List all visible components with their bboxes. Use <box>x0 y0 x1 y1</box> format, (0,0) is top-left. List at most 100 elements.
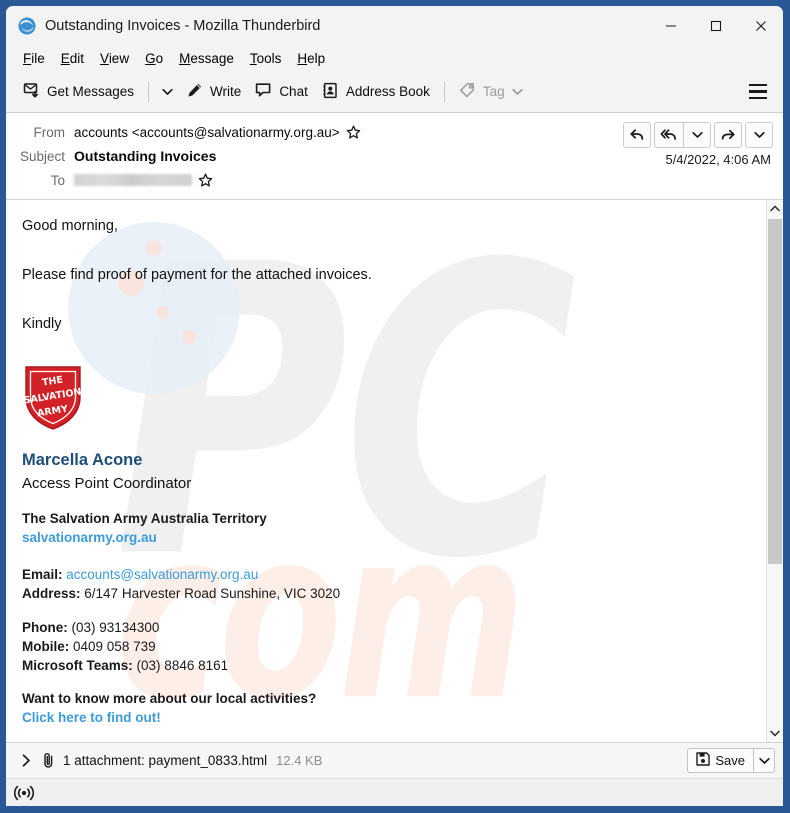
from-label: From <box>33 124 66 140</box>
menu-view[interactable]: View <box>93 49 136 68</box>
chat-label: Chat <box>279 84 308 99</box>
chat-button[interactable]: Chat <box>248 77 315 107</box>
body-line-1: Please find proof of payment for the att… <box>22 267 372 283</box>
address-book-icon <box>322 82 339 102</box>
other-actions-dropdown[interactable] <box>745 122 773 148</box>
to-row: To <box>16 169 773 191</box>
message-scrollbar[interactable] <box>766 200 783 742</box>
reply-button[interactable] <box>623 122 651 148</box>
signature-name: Marcella Acone <box>22 451 143 469</box>
attachment-save-group: Save <box>687 748 775 773</box>
signature-org: The Salvation Army Australia Territory <box>22 511 267 527</box>
get-messages-icon <box>23 82 40 102</box>
save-button[interactable]: Save <box>687 748 753 773</box>
from-value: accounts <accounts@salvationarmy.org.au> <box>74 125 361 140</box>
menu-bar: File Edit View Go Message Tools Help <box>6 46 783 71</box>
tag-chevron-down-icon <box>512 84 523 99</box>
cta-link[interactable]: Click here to find out! <box>22 709 750 728</box>
body-closing: Kindly <box>22 316 62 332</box>
message-actions <box>623 122 773 148</box>
pencil-icon <box>186 82 203 102</box>
minimize-button[interactable] <box>648 6 693 46</box>
app-menu-button[interactable] <box>741 77 775 106</box>
get-messages-dropdown[interactable] <box>156 82 179 102</box>
attachment-label[interactable]: 1 attachment: payment_0833.html <box>63 753 267 768</box>
menu-file[interactable]: File <box>16 49 52 68</box>
save-label: Save <box>715 753 745 768</box>
window-controls <box>648 6 783 46</box>
signature-teams-value: (03) 8846 8161 <box>136 658 229 674</box>
signature-mobile-line: Mobile: 0409 058 739 <box>22 637 750 656</box>
menu-tools[interactable]: Tools <box>243 49 289 68</box>
reply-all-dropdown[interactable] <box>683 122 711 148</box>
signature-address-label: Address: <box>22 585 81 601</box>
address-book-label: Address Book <box>345 84 430 99</box>
get-messages-label: Get Messages <box>47 84 135 99</box>
signature-role: Access Point Coordinator <box>22 474 192 492</box>
from-address[interactable]: accounts <accounts@salvationarmy.org.au> <box>74 125 340 140</box>
signature-mobile-label: Mobile: <box>22 639 70 655</box>
chat-icon <box>255 82 272 102</box>
signature-mobile-value: 0409 058 739 <box>73 639 156 655</box>
signature-phone-label: Phone: <box>22 620 68 636</box>
attachment-size: 12.4 KB <box>276 753 323 768</box>
menu-message[interactable]: Message <box>172 49 241 68</box>
to-label: To <box>50 172 65 188</box>
signature-phone-value: (03) 93134300 <box>71 620 160 636</box>
tag-button[interactable]: Tag <box>452 77 530 107</box>
subject-row: Subject Outstanding Invoices <box>16 145 773 167</box>
from-star-icon[interactable] <box>346 125 361 140</box>
salvation-army-logo-icon: THE SALVATION ARMY <box>22 363 750 439</box>
broadcast-icon[interactable] <box>14 784 34 802</box>
reply-all-button[interactable] <box>654 122 683 148</box>
hamburger-bar-2 <box>749 90 767 93</box>
attachment-expand-chevron-right-icon[interactable] <box>16 751 37 770</box>
hamburger-bar-1 <box>749 83 767 87</box>
message-content: Good morning, Please find proof of payme… <box>22 216 750 742</box>
to-address-redacted[interactable] <box>74 174 192 186</box>
scrollbar-thumb[interactable] <box>768 219 782 565</box>
title-bar: Outstanding Invoices - Mozilla Thunderbi… <box>6 6 783 46</box>
body-greeting: Good morning, <box>22 218 118 234</box>
signature-email-value[interactable]: accounts@salvationarmy.org.au <box>66 567 258 582</box>
subject-value: Outstanding Invoices <box>74 148 217 164</box>
signature-teams-label: Microsoft Teams: <box>22 658 133 674</box>
signature-email-line: Email: accounts@salvationarmy.org.au <box>22 565 750 584</box>
signature-address-value: 6/147 Harvester Road Sunshine, VIC 3020 <box>84 585 341 601</box>
hamburger-bar-3 <box>749 96 767 100</box>
menu-edit[interactable]: Edit <box>54 49 91 68</box>
scroll-up-button[interactable] <box>767 200 783 217</box>
attachment-bar: 1 attachment: payment_0833.html 12.4 KB … <box>6 742 783 778</box>
subject-label: Subject <box>19 148 65 164</box>
signature-email-label: Email: <box>22 566 63 582</box>
forward-button[interactable] <box>714 122 742 148</box>
signature-spacer-1 <box>22 603 750 618</box>
reply-all-group <box>654 122 711 148</box>
signature-address-line: Address: 6/147 Harvester Road Sunshine, … <box>22 584 750 603</box>
signature-teams-line: Microsoft Teams: (03) 8846 8161 <box>22 656 750 675</box>
get-messages-button[interactable]: Get Messages <box>16 77 141 107</box>
message-date: 5/4/2022, 4:06 AM <box>665 152 771 167</box>
toolbar-separator-2 <box>443 81 445 102</box>
close-button[interactable] <box>738 6 783 46</box>
signature-phone-line: Phone: (03) 93134300 <box>22 618 750 637</box>
message-header: From accounts <accounts@salvationarmy.or… <box>6 113 783 200</box>
signature-website-link[interactable]: salvationarmy.org.au <box>22 529 750 548</box>
save-disk-icon <box>696 752 711 769</box>
address-book-button[interactable]: Address Book <box>315 77 437 107</box>
tag-icon <box>459 82 476 102</box>
to-value <box>74 173 213 188</box>
to-star-icon[interactable] <box>198 173 213 188</box>
maximize-button[interactable] <box>693 6 738 46</box>
window-title: Outstanding Invoices - Mozilla Thunderbi… <box>45 18 321 34</box>
menu-go[interactable]: Go <box>138 49 170 68</box>
signature-spacer-2 <box>22 675 750 690</box>
write-button[interactable]: Write <box>179 77 248 107</box>
scroll-down-button[interactable] <box>767 725 783 742</box>
message-pane: PC com Good morning, Please find proof o… <box>6 200 783 742</box>
save-dropdown-button[interactable] <box>753 748 775 773</box>
write-label: Write <box>210 84 242 99</box>
cta-question: Want to know more about our local activi… <box>22 691 317 707</box>
menu-help[interactable]: Help <box>290 49 332 68</box>
scrollbar-track[interactable] <box>767 217 783 725</box>
